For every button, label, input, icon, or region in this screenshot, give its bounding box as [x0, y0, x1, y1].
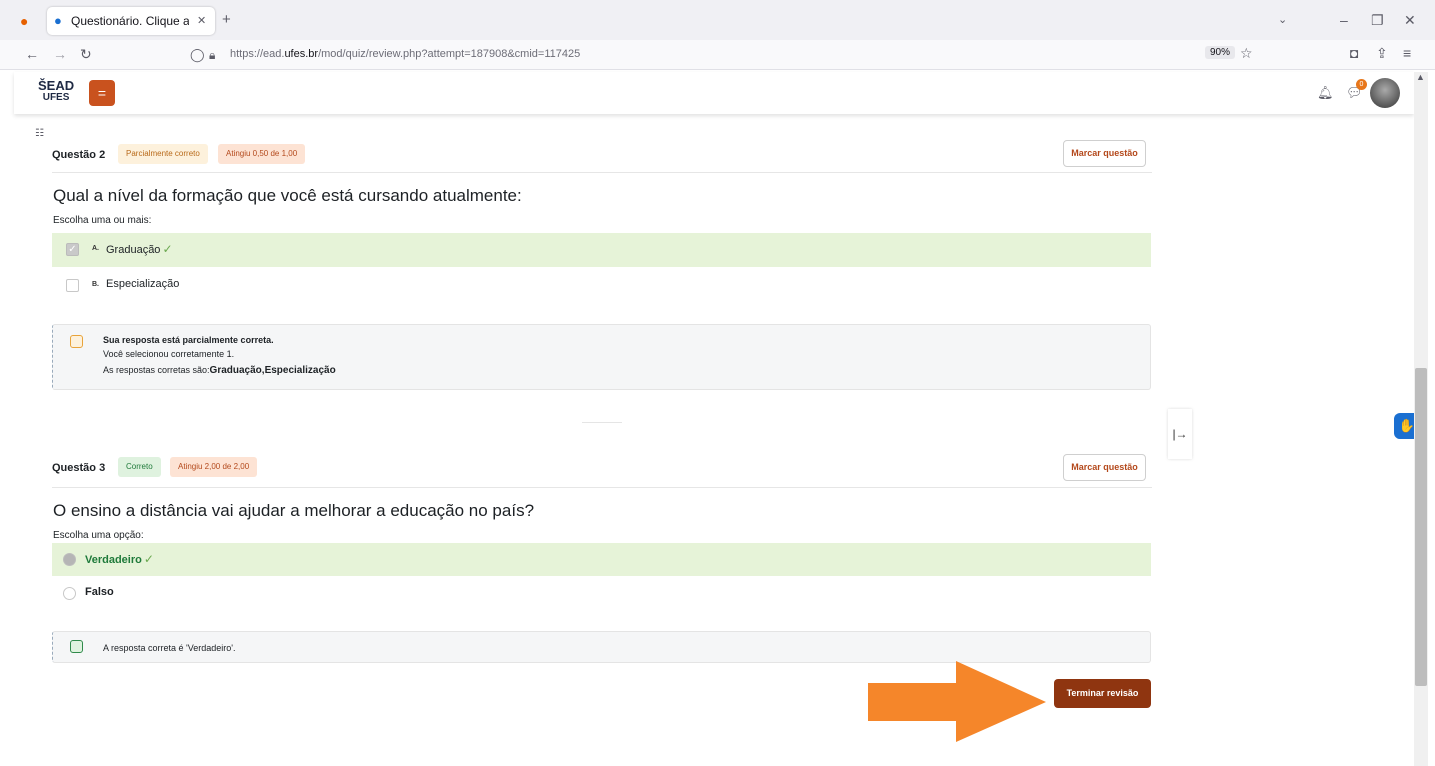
- answer-text: Falso: [85, 586, 114, 598]
- grade-badge: Atingiu 2,00 de 2,00: [170, 457, 258, 477]
- question-number: Questão 2: [52, 149, 106, 161]
- browser-tab-bar: ● ● Questionário. Clique aqui para ✕ + ⌄…: [0, 0, 1435, 40]
- shield-icon: ◯: [190, 47, 205, 62]
- url-bar[interactable]: ◯ 🔒︎ https://ead.ufes.br/mod/quiz/review…: [180, 44, 1260, 66]
- correct-check-icon: ✓: [143, 552, 154, 566]
- divider: [52, 487, 1152, 488]
- scrollbar-thumb[interactable]: [1415, 368, 1427, 686]
- feedback-line-1: A resposta correta é 'Verdadeiro'.: [103, 643, 236, 653]
- answer-prompt: Escolha uma opção:: [53, 530, 144, 541]
- radio-button[interactable]: [63, 587, 76, 600]
- answer-prompt: Escolha uma ou mais:: [53, 215, 152, 226]
- logo-top: ŠEAD: [38, 78, 75, 93]
- logo-bottom: UFES: [42, 92, 70, 103]
- avatar[interactable]: [1370, 78, 1400, 108]
- state-badge: Parcialmente correto: [118, 144, 208, 164]
- partial-feedback-icon: [70, 335, 83, 348]
- question-3-feedback: A resposta correta é 'Verdadeiro'.: [52, 631, 1151, 663]
- question-3-header: Questão 3 Correto Atingiu 2,00 de 2,00: [52, 457, 452, 481]
- flag-question-button[interactable]: Marcar questão: [1063, 454, 1146, 481]
- menu-icon[interactable]: ≡: [1403, 46, 1411, 60]
- scroll-up-icon[interactable]: ▲: [1416, 70, 1425, 84]
- forward-arrow-icon[interactable]: →: [53, 47, 67, 61]
- reload-icon[interactable]: ↻: [80, 47, 92, 61]
- question-2-feedback: Sua resposta está parcialmente correta. …: [52, 324, 1151, 390]
- notification-badge: 0: [1356, 79, 1367, 90]
- site-header: ŠEAD UFES = 🔔︎ 💬︎ 0: [14, 72, 1414, 114]
- answer-text: Verdadeiro ✓: [85, 552, 154, 566]
- divider: [52, 172, 1152, 173]
- zoom-level[interactable]: 90%: [1205, 46, 1236, 59]
- answer-letter: B.: [92, 281, 99, 288]
- bell-icon[interactable]: 🔔︎: [1317, 86, 1334, 100]
- question-text: O ensino a distância vai ajudar a melhor…: [53, 501, 535, 520]
- answer-letter: A.: [92, 245, 99, 252]
- back-arrow-icon[interactable]: ←: [25, 47, 39, 61]
- site-favicon-icon: ●: [54, 13, 62, 28]
- radio-button[interactable]: [63, 553, 76, 566]
- correct-check-icon: ✓: [162, 242, 173, 256]
- grade-badge: Atingiu 0,50 de 1,00: [218, 144, 306, 164]
- pocket-icon[interactable]: ◘: [1350, 46, 1358, 60]
- minimize-button[interactable]: –: [1340, 13, 1348, 27]
- tab-title: Questionário. Clique aqui para: [71, 14, 189, 28]
- answer-option-false[interactable]: Falso: [52, 577, 1151, 607]
- close-window-button[interactable]: ✕: [1404, 13, 1416, 27]
- feedback-line-2: Você selecionou corretamente 1.: [103, 349, 235, 359]
- bookmark-star-icon[interactable]: ☆: [1240, 46, 1253, 60]
- answer-option-a[interactable]: ✓ A. Graduação ✓: [52, 233, 1151, 267]
- finish-review-button[interactable]: Terminar revisão: [1054, 679, 1151, 708]
- browser-tab[interactable]: ● Questionário. Clique aqui para ✕: [47, 7, 215, 35]
- new-tab-button[interactable]: +: [222, 12, 231, 27]
- state-badge: Correto: [118, 457, 161, 477]
- answer-option-b[interactable]: B. Especialização: [52, 269, 1151, 303]
- answer-option-true[interactable]: Verdadeiro ✓: [52, 543, 1151, 576]
- answer-text: Especialização: [106, 278, 180, 290]
- sead-logo[interactable]: ŠEAD UFES: [38, 78, 75, 104]
- tab-close-icon[interactable]: ✕: [197, 14, 206, 28]
- feedback-line-3: As respostas corretas são:Graduação,Espe…: [103, 365, 336, 376]
- section-divider: [582, 422, 622, 423]
- tab-list-chevron-icon[interactable]: ⌄: [1278, 13, 1287, 27]
- restore-button[interactable]: ❐: [1371, 13, 1384, 27]
- checkbox[interactable]: [66, 279, 79, 292]
- menu-button[interactable]: =: [89, 80, 115, 106]
- checkbox[interactable]: ✓: [66, 243, 79, 256]
- block-drawer-toggle[interactable]: |→: [1168, 409, 1192, 459]
- drawer-toggle-icon[interactable]: ☷: [35, 127, 44, 141]
- question-2-header: Questão 2 Parcialmente correto Atingiu 0…: [52, 144, 452, 168]
- orange-arrow-annotation: [868, 661, 1046, 742]
- answer-text: Graduação ✓: [106, 242, 173, 256]
- firefox-icon[interactable]: ●: [20, 14, 28, 28]
- question-text: Qual a nível da formação que você está c…: [53, 186, 522, 205]
- lock-icon: 🔒︎: [209, 48, 216, 62]
- question-number: Questão 3: [52, 462, 106, 474]
- extensions-icon[interactable]: ⇪: [1376, 46, 1388, 60]
- feedback-line-1: Sua resposta está parcialmente correta.: [103, 335, 274, 345]
- correct-feedback-icon: [70, 640, 83, 653]
- browser-nav-bar: ← → ↻ ◯ 🔒︎ https://ead.ufes.br/mod/quiz/…: [0, 40, 1435, 70]
- flag-question-button[interactable]: Marcar questão: [1063, 140, 1146, 167]
- url-text[interactable]: https://ead.ufes.br/mod/quiz/review.php?…: [230, 48, 580, 60]
